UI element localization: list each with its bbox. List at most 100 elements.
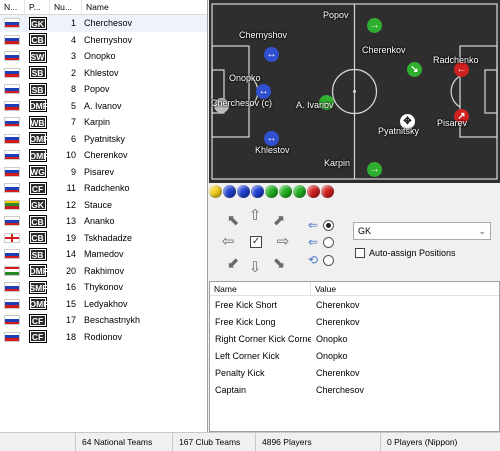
arrow-up-right-icon[interactable]: ⬈ [271,213,287,229]
color-ball-icon[interactable] [223,185,236,198]
player-row[interactable]: WB 7 Karpin [0,114,207,131]
player-row[interactable]: SW 3 Onopko [0,48,207,65]
player-row[interactable]: OMF 10 Cherenkov [0,147,207,164]
radio-round-arrow[interactable] [323,254,334,266]
player-number: 19 [65,232,76,243]
status-national-teams: 64 National Teams [75,433,172,451]
column-header-name[interactable]: Name [82,0,207,14]
player-flag-cell [0,133,25,144]
player-number: 12 [65,199,76,210]
player-row[interactable]: CF 17 Beschastnykh [0,312,207,329]
player-row[interactable]: OMF 15 Ledyakhov [0,296,207,313]
set-piece-name: Right Corner Kick Corner [215,333,311,344]
status-spacer [0,433,75,451]
set-piece-row[interactable]: Captain Cherchesov [210,381,499,398]
player-row[interactable]: SB 2 Khlestov [0,65,207,82]
player-row[interactable]: SB 8 Popov [0,81,207,98]
pitch-player-marker[interactable]: ↘ [407,62,422,77]
set-piece-row[interactable]: Penalty Kick Cherenkov [210,364,499,381]
radio-row-round-arrow[interactable]: ⟲ [306,253,334,267]
arrow-down-right-icon[interactable]: ⬊ [271,256,287,272]
russia-flag-icon [4,67,20,78]
set-piece-row[interactable]: Left Corner Kick Onopko [210,347,499,364]
player-name: Radchenko [84,183,130,194]
position-select[interactable]: GK ⌄ [353,222,491,240]
player-flag-cell [0,117,25,128]
player-row[interactable]: DMF 5 A. Ivanov [0,98,207,115]
player-number: 14 [65,249,76,260]
pitch-player-marker[interactable]: ↔ [256,84,271,99]
russia-flag-icon [4,298,20,309]
position-badge: CF [28,330,47,344]
arrow-left-icon[interactable]: ⇦ [220,234,236,250]
arrow-up-left-icon[interactable]: ⬉ [225,213,241,229]
column-header-setting-name[interactable]: Name [210,282,311,295]
player-row[interactable]: DMF 20 Rakhimov [0,263,207,280]
formation-pitch[interactable]: → Popov ↔ Chernyshov ↘ Cherenkov ← Radchenko ↔ On… [209,0,500,183]
center-check-toggle[interactable]: ✓ [250,236,262,248]
player-row[interactable]: SB 14 Mamedov [0,246,207,263]
auto-assign-box[interactable] [355,248,365,258]
player-position-cell: CB [25,231,50,245]
arrow-right-icon[interactable]: ⇨ [275,234,291,250]
color-ball-icon[interactable] [251,185,264,198]
arrow-down-icon[interactable]: ⇩ [247,260,263,276]
set-piece-row[interactable]: Right Corner Kick Corner Onopko [210,330,499,347]
pitch-player-marker[interactable]: ↔ [264,47,279,62]
column-header-number[interactable]: Nu... [50,0,82,14]
color-ball-icon[interactable] [321,185,334,198]
player-row[interactable]: CB 19 Tskhadadze [0,230,207,247]
russia-flag-icon [4,183,20,194]
color-ball-icon[interactable] [209,185,222,198]
color-ball-icon[interactable] [237,185,250,198]
player-position-cell: OMF [25,148,50,162]
player-row[interactable]: WG 9 Pisarev [0,164,207,181]
radio-short-arrow[interactable] [323,219,334,231]
column-header-nationality[interactable]: N... [0,0,25,14]
player-row[interactable]: CF 11 Radchenko [0,180,207,197]
player-name: Chernyshov [84,34,133,45]
column-header-position[interactable]: P... [25,0,50,14]
radio-row-medium-arrow[interactable]: ⇐ [306,235,334,249]
set-piece-row[interactable]: Free Kick Short Cherenkov [210,296,499,313]
pitch-player-label: Cherenkov [362,45,406,55]
set-piece-value: Cherenkov [316,316,360,327]
player-position-cell: GK [25,198,50,212]
status-nippon-players: 0 Players (Nippon) [380,433,500,451]
pitch-player-marker[interactable]: → [367,18,382,33]
player-row[interactable]: SMF 16 Thykonov [0,279,207,296]
radio-medium-arrow[interactable] [323,236,334,248]
player-row[interactable]: CF 18 Rodionov [0,329,207,346]
player-name: Rakhimov [84,265,125,276]
player-position-cell: CF [25,181,50,195]
pitch-player-marker[interactable]: → [367,162,382,177]
player-name: Onopko [84,51,116,62]
radio-row-short-arrow[interactable]: ⇐ [306,218,334,232]
position-badge: CF [28,181,47,195]
pitch-player-label: Cherchesov (c) [211,98,273,108]
player-row[interactable]: GK 1 Cherchesov [0,15,207,32]
position-badge: SMF [28,280,48,294]
player-name: Mamedov [84,249,124,260]
color-ball-icon[interactable] [265,185,278,198]
arrow-up-icon[interactable]: ⇧ [247,208,263,224]
player-name: Tskhadadze [84,232,133,243]
auto-assign-checkbox[interactable]: Auto-assign Positions [355,248,456,258]
pitch-player-marker[interactable]: ↔ [264,131,279,146]
color-ball-icon[interactable] [293,185,306,198]
set-piece-row[interactable]: Free Kick Long Cherenkov [210,313,499,330]
player-row[interactable]: CB 13 Ananko [0,213,207,230]
column-header-setting-value[interactable]: Value [311,282,499,295]
player-row[interactable]: CB 4 Chernyshov [0,32,207,49]
player-position-cell: DMF [25,99,50,113]
player-row[interactable]: GK 12 Stauce [0,197,207,214]
player-position-cell: OMF [25,297,50,311]
color-ball-icon[interactable] [279,185,292,198]
player-position-cell: CB [25,214,50,228]
set-piece-rows: Free Kick Short Cherenkov Free Kick Long Ch… [210,296,499,398]
player-row[interactable]: OMF 6 Pyatnitsky [0,131,207,148]
pitch-player-label: Chernyshov [239,30,288,40]
player-flag-cell [0,166,25,177]
color-ball-icon[interactable] [307,185,320,198]
arrow-down-left-icon[interactable]: ⬋ [225,256,241,272]
